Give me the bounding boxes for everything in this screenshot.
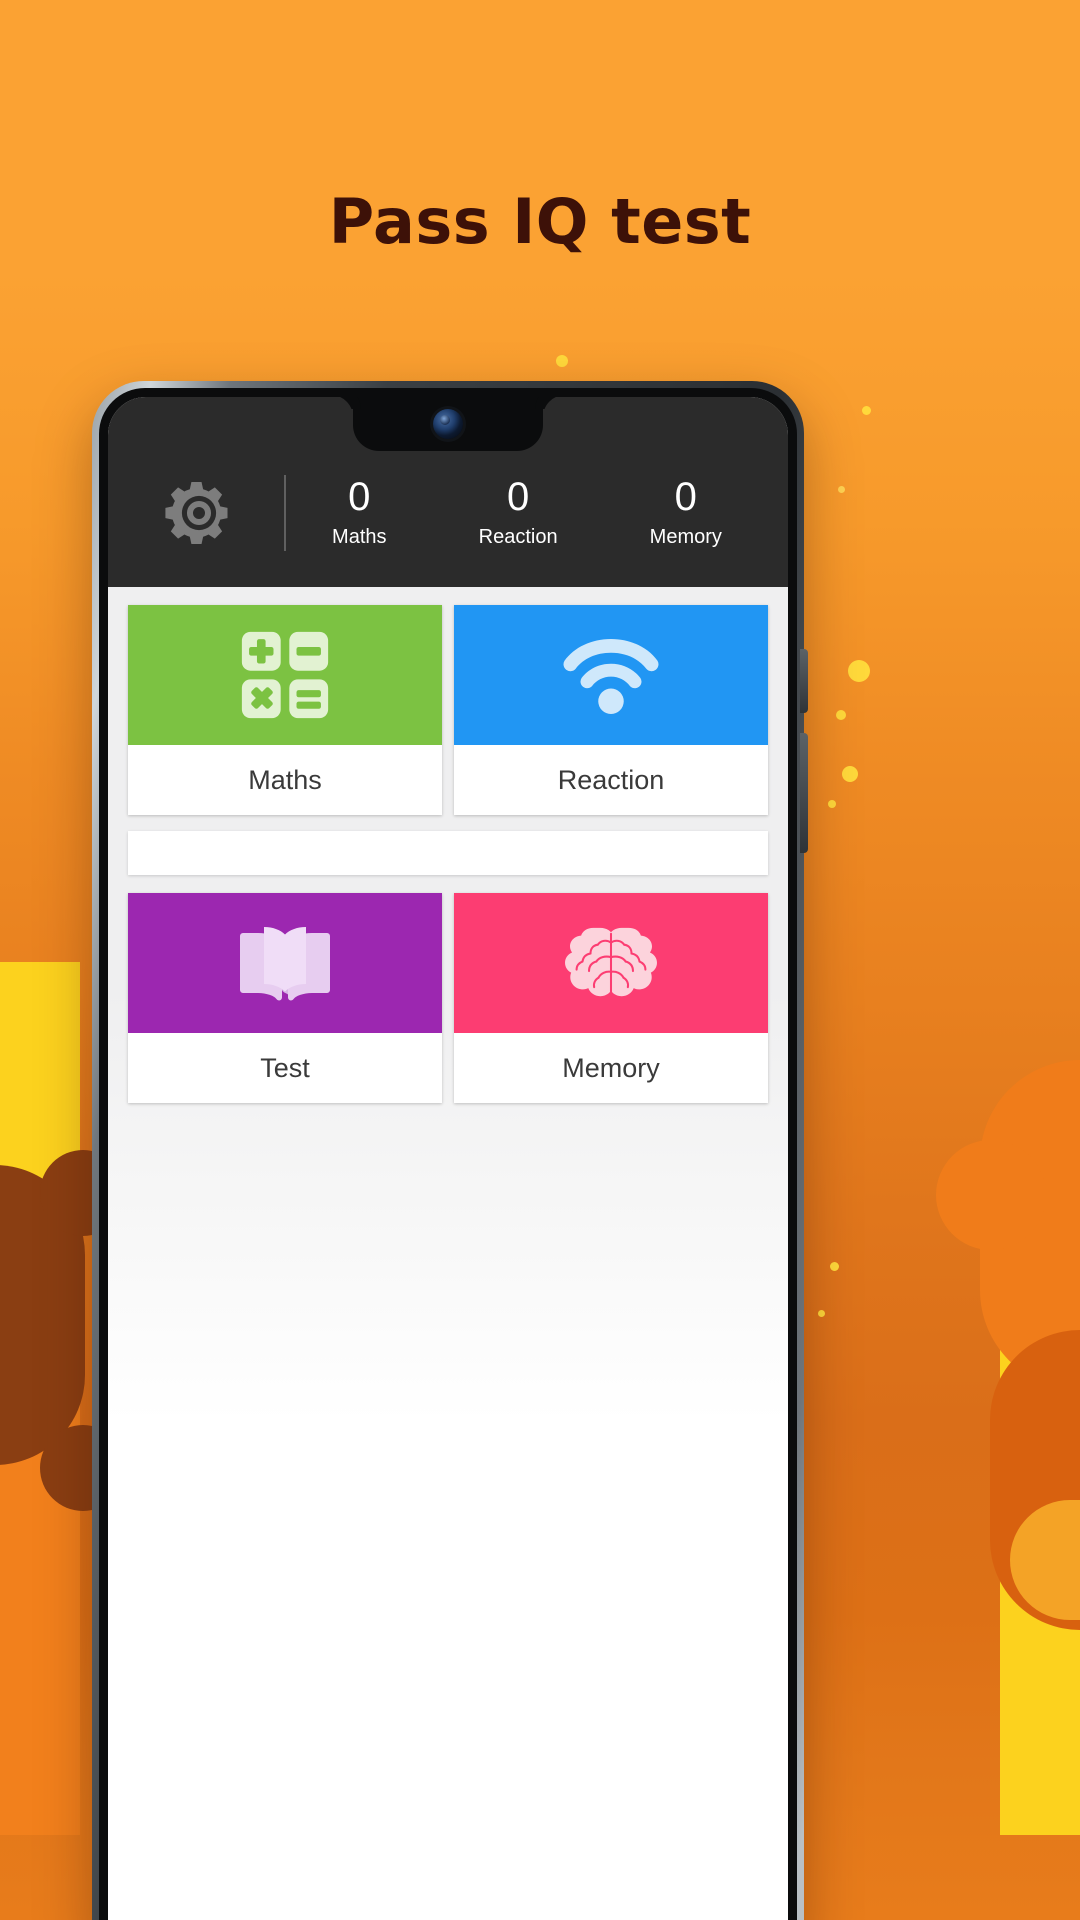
score-maths-label: Maths — [332, 526, 387, 548]
tile-memory[interactable]: Memory — [454, 893, 768, 1103]
phone-notch — [353, 397, 543, 451]
phone-volume-button — [800, 649, 808, 713]
phone-power-button — [800, 733, 808, 853]
tile-maths[interactable]: Maths — [128, 605, 442, 815]
decor-dot-2 — [862, 406, 871, 415]
tile-reaction-art — [454, 605, 768, 745]
tile-test-art — [128, 893, 442, 1033]
score-memory-value: 0 — [674, 475, 697, 519]
decor-dot-7 — [828, 800, 836, 808]
calculator-icon — [241, 631, 329, 719]
topbar-divider — [284, 475, 286, 551]
score-maths: 0 Maths — [332, 475, 386, 551]
decor-dot-3 — [838, 486, 845, 493]
gear-icon — [165, 481, 228, 545]
score-maths-value: 0 — [348, 475, 371, 519]
phone-mockup: 0 Maths 0 Reaction 0 Memory Maths Reacti… — [92, 381, 808, 1920]
decor-dot-5 — [836, 710, 846, 720]
app-content: Maths Reaction Test Memory — [108, 587, 788, 1920]
tile-row-bottom: Test Memory — [128, 893, 768, 1103]
front-camera-icon — [433, 409, 463, 439]
tile-reaction[interactable]: Reaction — [454, 605, 768, 815]
page-title: Pass IQ test — [328, 184, 752, 258]
tile-maths-label: Maths — [128, 745, 442, 815]
score-memory: 0 Memory — [650, 475, 722, 551]
decor-dot-6 — [842, 766, 858, 782]
wifi-signal-icon — [563, 639, 659, 714]
decor-dot-8 — [830, 1262, 839, 1271]
settings-button[interactable] — [114, 475, 284, 551]
ad-banner[interactable] — [128, 831, 768, 875]
app-topbar: 0 Maths 0 Reaction 0 Memory — [108, 397, 788, 587]
tile-test[interactable]: Test — [128, 893, 442, 1103]
topbar-row: 0 Maths 0 Reaction 0 Memory — [108, 457, 788, 587]
tile-row-top: Maths Reaction — [128, 605, 768, 815]
score-summary: 0 Maths 0 Reaction 0 Memory — [286, 475, 782, 551]
open-book-icon — [240, 927, 330, 1001]
promo-screenshot: Pass IQ test 0 Maths 0 Reaction 0 Memory… — [0, 0, 1080, 1920]
score-memory-label: Memory — [649, 526, 722, 548]
tile-memory-label: Memory — [454, 1033, 768, 1103]
phone-bezel: 0 Maths 0 Reaction 0 Memory Maths Reacti… — [99, 388, 797, 1920]
score-reaction-value: 0 — [506, 475, 530, 519]
score-reaction: 0 Reaction — [479, 475, 558, 551]
phone-screen: 0 Maths 0 Reaction 0 Memory Maths Reacti… — [108, 397, 788, 1920]
tile-memory-art — [454, 893, 768, 1033]
tile-test-label: Test — [128, 1033, 442, 1103]
decor-dot-1 — [556, 355, 568, 367]
score-reaction-label: Reaction — [478, 526, 558, 548]
brain-icon — [565, 927, 657, 997]
tile-maths-art — [128, 605, 442, 745]
tile-reaction-label: Reaction — [454, 745, 768, 815]
decor-knob-orange-right — [936, 1140, 1046, 1250]
decor-dot-9 — [818, 1310, 825, 1317]
decor-dot-4 — [848, 660, 870, 682]
